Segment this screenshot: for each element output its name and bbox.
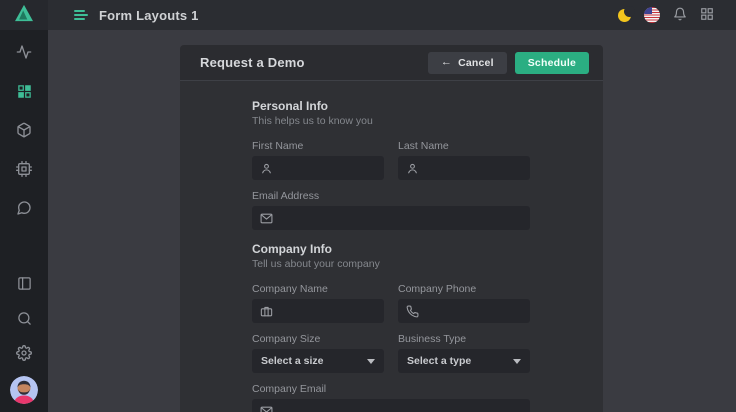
card-title: Request a Demo (200, 55, 305, 70)
cancel-button-label: Cancel (458, 57, 494, 69)
company-info-heading: Company Info (252, 242, 530, 256)
last-name-field-group: Last Name (398, 140, 530, 180)
language-selector[interactable] (644, 7, 660, 23)
sidebar-item-search[interactable] (12, 306, 36, 330)
topbar: Form Layouts 1 (48, 0, 736, 30)
envelope-icon (260, 212, 273, 225)
company-name-field-group: Company Name (252, 283, 384, 323)
last-name-input[interactable] (425, 162, 522, 174)
company-info-subheading: Tell us about your company (252, 258, 530, 270)
last-name-label: Last Name (398, 140, 530, 152)
topbar-actions (618, 7, 714, 24)
request-demo-card: Request a Demo ← Cancel Schedule Persona… (180, 45, 603, 412)
person-icon (260, 162, 273, 175)
sidebar-item-settings[interactable] (12, 341, 36, 365)
envelope-icon (260, 405, 273, 412)
first-name-field-group: First Name (252, 140, 384, 180)
gear-icon (16, 345, 32, 361)
sidebar-layout-icon (17, 276, 32, 291)
grid-apps-icon (700, 7, 714, 24)
activity-icon (16, 44, 32, 60)
personal-info-section: Personal Info This helps us to know you … (252, 99, 530, 230)
form-column: Personal Info This helps us to know you … (252, 99, 530, 412)
card-header: Request a Demo ← Cancel Schedule (180, 45, 603, 81)
company-name-input[interactable] (279, 305, 376, 317)
company-selects-row: Company Size Select a size Business Type… (252, 333, 530, 383)
sidebar-bottom-nav (10, 271, 38, 404)
company-email-input-wrap (252, 399, 530, 412)
apps-menu-button[interactable] (700, 7, 714, 24)
card-body: Personal Info This helps us to know you … (180, 81, 603, 412)
name-fields-row: First Name Last Name (252, 140, 530, 190)
business-type-selected-value: Select a type (407, 355, 471, 367)
business-type-select[interactable]: Select a type (398, 349, 530, 373)
company-size-selected-value: Select a size (261, 355, 323, 367)
company-email-label: Company Email (252, 383, 530, 395)
business-type-field-group: Business Type Select a type (398, 333, 530, 373)
company-email-input[interactable] (279, 405, 522, 412)
last-name-input-wrap (398, 156, 530, 180)
search-icon (17, 311, 32, 326)
app-root: Form Layouts 1 R (0, 0, 736, 412)
email-label: Email Address (252, 190, 530, 202)
company-size-select[interactable]: Select a size (252, 349, 384, 373)
company-name-input-wrap (252, 299, 384, 323)
chat-bubble-icon (16, 200, 32, 216)
dashboard-grid-icon (17, 84, 32, 99)
sidebar-item-messages[interactable] (12, 196, 36, 220)
person-icon (406, 162, 419, 175)
company-size-label: Company Size (252, 333, 384, 345)
notifications-button[interactable] (673, 7, 687, 24)
personal-info-subheading: This helps us to know you (252, 115, 530, 127)
user-avatar[interactable] (10, 376, 38, 404)
company-phone-field-group: Company Phone (398, 283, 530, 323)
company-name-label: Company Name (252, 283, 384, 295)
first-name-label: First Name (252, 140, 384, 152)
moon-icon (618, 9, 631, 22)
sidebar-item-packages[interactable] (12, 118, 36, 142)
hamburger-menu-icon[interactable] (73, 8, 89, 22)
business-type-label: Business Type (398, 333, 530, 345)
cube-icon (16, 122, 32, 138)
triangle-logo-icon (14, 4, 34, 27)
company-phone-input[interactable] (425, 305, 522, 317)
first-name-input[interactable] (279, 162, 376, 174)
schedule-button[interactable]: Schedule (515, 52, 589, 74)
chevron-down-icon (367, 359, 375, 364)
page-title: Form Layouts 1 (99, 8, 199, 23)
chevron-down-icon (513, 359, 521, 364)
email-field-group: Email Address (252, 190, 530, 230)
sidebar-item-activity[interactable] (12, 40, 36, 64)
personal-info-heading: Personal Info (252, 99, 530, 113)
theme-toggle-button[interactable] (618, 9, 631, 22)
cancel-button[interactable]: ← Cancel (428, 52, 507, 74)
sidebar-item-hardware[interactable] (12, 157, 36, 181)
briefcase-icon (260, 305, 273, 318)
company-phone-input-wrap (398, 299, 530, 323)
phone-icon (406, 305, 419, 318)
cpu-icon (16, 161, 32, 177)
sidebar-item-layout[interactable] (12, 271, 36, 295)
card-header-buttons: ← Cancel Schedule (428, 52, 589, 74)
email-input-wrap (252, 206, 530, 230)
us-flag-icon (644, 7, 660, 23)
schedule-button-label: Schedule (528, 57, 576, 69)
company-size-field-group: Company Size Select a size (252, 333, 384, 373)
sidebar-main-nav (12, 40, 36, 220)
company-phone-label: Company Phone (398, 283, 530, 295)
sidebar (0, 0, 48, 412)
company-info-section: Company Info Tell us about your company … (252, 242, 530, 412)
app-logo[interactable] (0, 0, 48, 30)
company-fields-row: Company Name Company Phone (252, 283, 530, 333)
company-email-field-group: Company Email (252, 383, 530, 412)
back-arrow-icon: ← (441, 57, 452, 68)
bell-icon (673, 7, 687, 24)
first-name-input-wrap (252, 156, 384, 180)
email-input[interactable] (279, 212, 522, 224)
sidebar-item-dashboard[interactable] (12, 79, 36, 103)
